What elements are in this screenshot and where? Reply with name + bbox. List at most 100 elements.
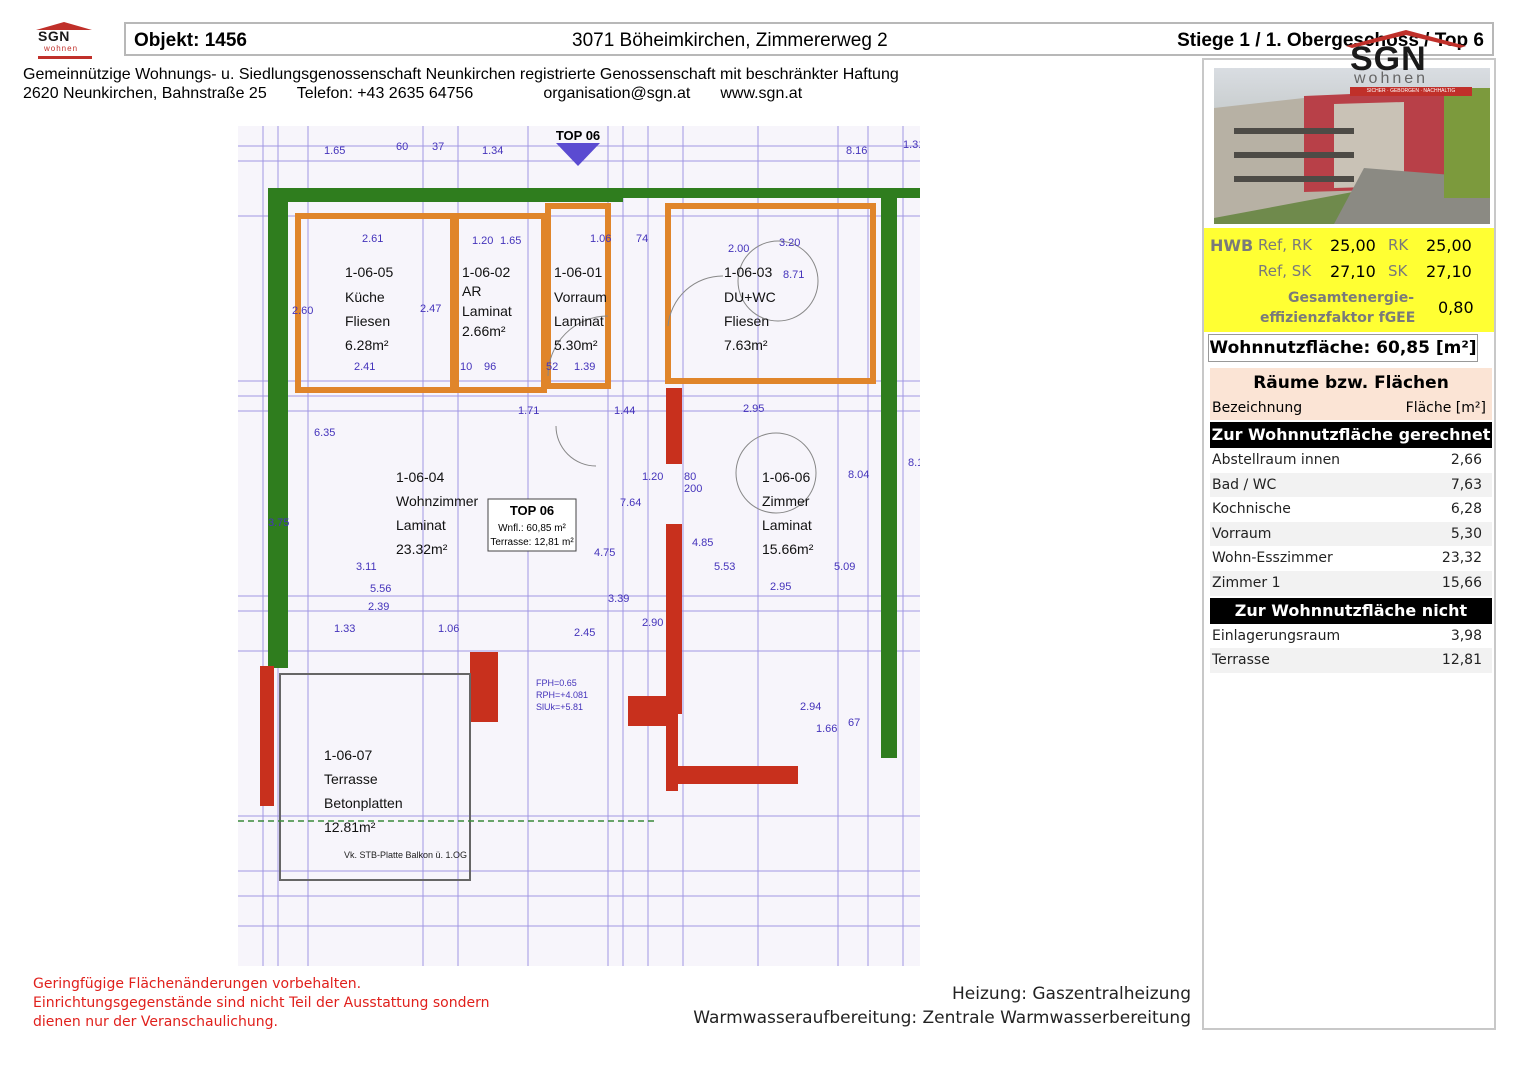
svg-text:60: 60 <box>396 141 408 153</box>
svg-text:8.04: 8.04 <box>848 469 869 481</box>
sk-label: SK <box>1388 262 1408 280</box>
svg-text:1-06-03: 1-06-03 <box>724 264 772 280</box>
info-panel: SGN wohnen SICHER · GEBORGEN · NACHHALTI… <box>1202 30 1496 1030</box>
table-row: Kochnische 6,28 <box>1212 501 1482 518</box>
table-row: Einlagerungsraum 3,98 <box>1212 627 1482 644</box>
rk-label: RK <box>1388 236 1409 254</box>
svg-text:8.71: 8.71 <box>783 269 804 281</box>
svg-text:37: 37 <box>432 141 444 153</box>
svg-text:Wohnzimmer: Wohnzimmer <box>396 493 479 509</box>
svg-text:2.95: 2.95 <box>770 581 791 593</box>
section-not-counted: Zur Wohnnutzfläche nicht gerechnet <box>1210 597 1492 646</box>
svg-text:1.34: 1.34 <box>482 145 503 157</box>
table-row: Abstellraum innen 2,66 <box>1212 452 1482 468</box>
svg-text:AR: AR <box>462 283 481 299</box>
table-row: Vorraum 5,30 <box>1210 521 1492 547</box>
terrace-note: Vk. STB-Platte Balkon ü. 1.OG <box>344 850 467 860</box>
rooms-table-title: Räume bzw. Flächen <box>1210 368 1492 398</box>
header-bar: Objekt: 1456 3071 Böheimkirchen, Zimmere… <box>124 22 1494 56</box>
svg-text:1-06-06: 1-06-06 <box>762 469 810 485</box>
svg-text:1.06: 1.06 <box>438 623 459 635</box>
svg-text:2.41: 2.41 <box>354 361 375 373</box>
svg-text:Zimmer: Zimmer <box>762 493 810 509</box>
table-row: Terrasse 12,81 <box>1210 648 1492 673</box>
svg-text:Terrasse: Terrasse <box>324 771 378 787</box>
section-counted: Zur Wohnnutzfläche gerechnet <box>1210 422 1492 448</box>
svg-text:TOP 06: TOP 06 <box>510 503 554 518</box>
svg-text:5.30m²: 5.30m² <box>554 337 598 353</box>
heating-info: Heizung: Gaszentralheizung Warmwasserauf… <box>693 982 1191 1030</box>
heating-line: Heizung: Gaszentralheizung <box>952 984 1191 1004</box>
svg-text:FPH=0.65: FPH=0.65 <box>536 678 577 688</box>
table-row: Zimmer 1 15,66 <box>1210 570 1492 596</box>
disclaimer-line2: Einrichtungsgegenstände sind nicht Teil … <box>33 995 490 1011</box>
energy-block: HWB Ref, RK 25,00 RK 25,00 Ref, SK 27,10… <box>1204 228 1494 332</box>
svg-text:Wnfl.: 60,85 m²: Wnfl.: 60,85 m² <box>498 523 566 534</box>
svg-text:2.45: 2.45 <box>574 627 595 639</box>
svg-text:15.66m²: 15.66m² <box>762 541 814 557</box>
table-row: Bad / WC 7,63 <box>1210 472 1492 498</box>
fgee-label-line1: Gesamtenergie- <box>1288 290 1415 306</box>
sgn-logo-top: SGN wohnen <box>30 22 110 62</box>
svg-text:1.65: 1.65 <box>500 235 521 247</box>
svg-text:5.56: 5.56 <box>370 583 391 595</box>
svg-text:2.61: 2.61 <box>362 233 383 245</box>
svg-text:Laminat: Laminat <box>762 517 812 533</box>
svg-text:RPH=+4.081: RPH=+4.081 <box>536 690 588 700</box>
svg-text:1.71: 1.71 <box>518 405 539 417</box>
ref-rk-label: Ref, RK <box>1258 236 1313 254</box>
svg-text:2.60: 2.60 <box>292 305 313 317</box>
svg-text:1.33: 1.33 <box>334 623 355 635</box>
sk-value: 27,10 <box>1426 262 1472 281</box>
svg-text:7.64: 7.64 <box>620 497 641 509</box>
org-name: Gemeinnützige Wohnungs- u. Siedlungsgeno… <box>23 66 899 83</box>
fgee-value: 0,80 <box>1438 298 1474 317</box>
col-name-header: Bezeichnung <box>1212 400 1303 416</box>
logo-right-sub: wohnen <box>1354 70 1429 87</box>
svg-text:3.20: 3.20 <box>779 237 800 249</box>
hwb-label: HWB <box>1210 236 1254 255</box>
svg-text:3.39: 3.39 <box>608 593 629 605</box>
logo-bar <box>38 56 92 59</box>
rooms-table: Räume bzw. Flächen Bezeichnung Fläche [m… <box>1210 368 1492 673</box>
ref-rk-value: 25,00 <box>1330 236 1376 255</box>
svg-text:5.09: 5.09 <box>834 561 855 573</box>
disclaimer-line1: Geringfügige Flächenänderungen vorbehalt… <box>33 976 362 992</box>
svg-text:1.39: 1.39 <box>574 361 595 373</box>
svg-text:6.28m²: 6.28m² <box>345 337 389 353</box>
svg-text:5.53: 5.53 <box>714 561 735 573</box>
svg-text:1-06-05: 1-06-05 <box>345 264 393 280</box>
svg-text:4.75: 4.75 <box>594 547 615 559</box>
top-marker-label: TOP 06 <box>556 128 600 143</box>
hot-water-line: Warmwasseraufbereitung: Zentrale Warmwas… <box>693 1008 1191 1028</box>
svg-text:Fliesen: Fliesen <box>724 313 769 329</box>
svg-text:80: 80 <box>684 471 696 483</box>
svg-text:4.85: 4.85 <box>692 537 713 549</box>
svg-text:Betonplatten: Betonplatten <box>324 795 403 811</box>
svg-text:67: 67 <box>848 717 860 729</box>
ref-sk-value: 27,10 <box>1330 262 1376 281</box>
org-email: organisation@sgn.at <box>543 85 691 102</box>
logo-sub: wohnen <box>44 44 79 53</box>
svg-text:1-06-01: 1-06-01 <box>554 264 602 280</box>
objekt-label: Objekt: 1456 <box>134 30 247 51</box>
floor-plan: TOP 06 1-06-05 Küche Fliesen 6.28m² 1-06… <box>238 126 920 966</box>
svg-text:1.20: 1.20 <box>642 471 663 483</box>
fgee-label-line2: effizienzfaktor fGEE <box>1260 310 1416 326</box>
property-address: 3071 Böheimkirchen, Zimmererweg 2 <box>572 30 888 51</box>
table-row: Wohn-Esszimmer 23,32 <box>1212 550 1482 567</box>
col-area-header: Fläche [m²] <box>1405 400 1486 416</box>
svg-text:23.32m²: 23.32m² <box>396 541 448 557</box>
svg-text:1.31: 1.31 <box>903 139 920 151</box>
logo-word: SGN <box>38 28 70 44</box>
svg-text:Laminat: Laminat <box>554 313 604 329</box>
sgn-logo-right: SGN wohnen SICHER · GEBORGEN · NACHHALTI… <box>1326 28 1486 100</box>
svg-text:1.66: 1.66 <box>816 723 837 735</box>
disclaimer-line3: dienen nur der Veranschaulichung. <box>33 1014 278 1030</box>
svg-text:200: 200 <box>684 483 702 495</box>
svg-text:1.06: 1.06 <box>590 233 611 245</box>
svg-text:1.20: 1.20 <box>472 235 493 247</box>
living-area-total: Wohnnutzfläche: 60,85 [m²] <box>1208 334 1478 362</box>
svg-text:3.11: 3.11 <box>356 561 377 573</box>
disclaimer-note: Geringfügige Flächenänderungen vorbehalt… <box>33 975 489 1032</box>
